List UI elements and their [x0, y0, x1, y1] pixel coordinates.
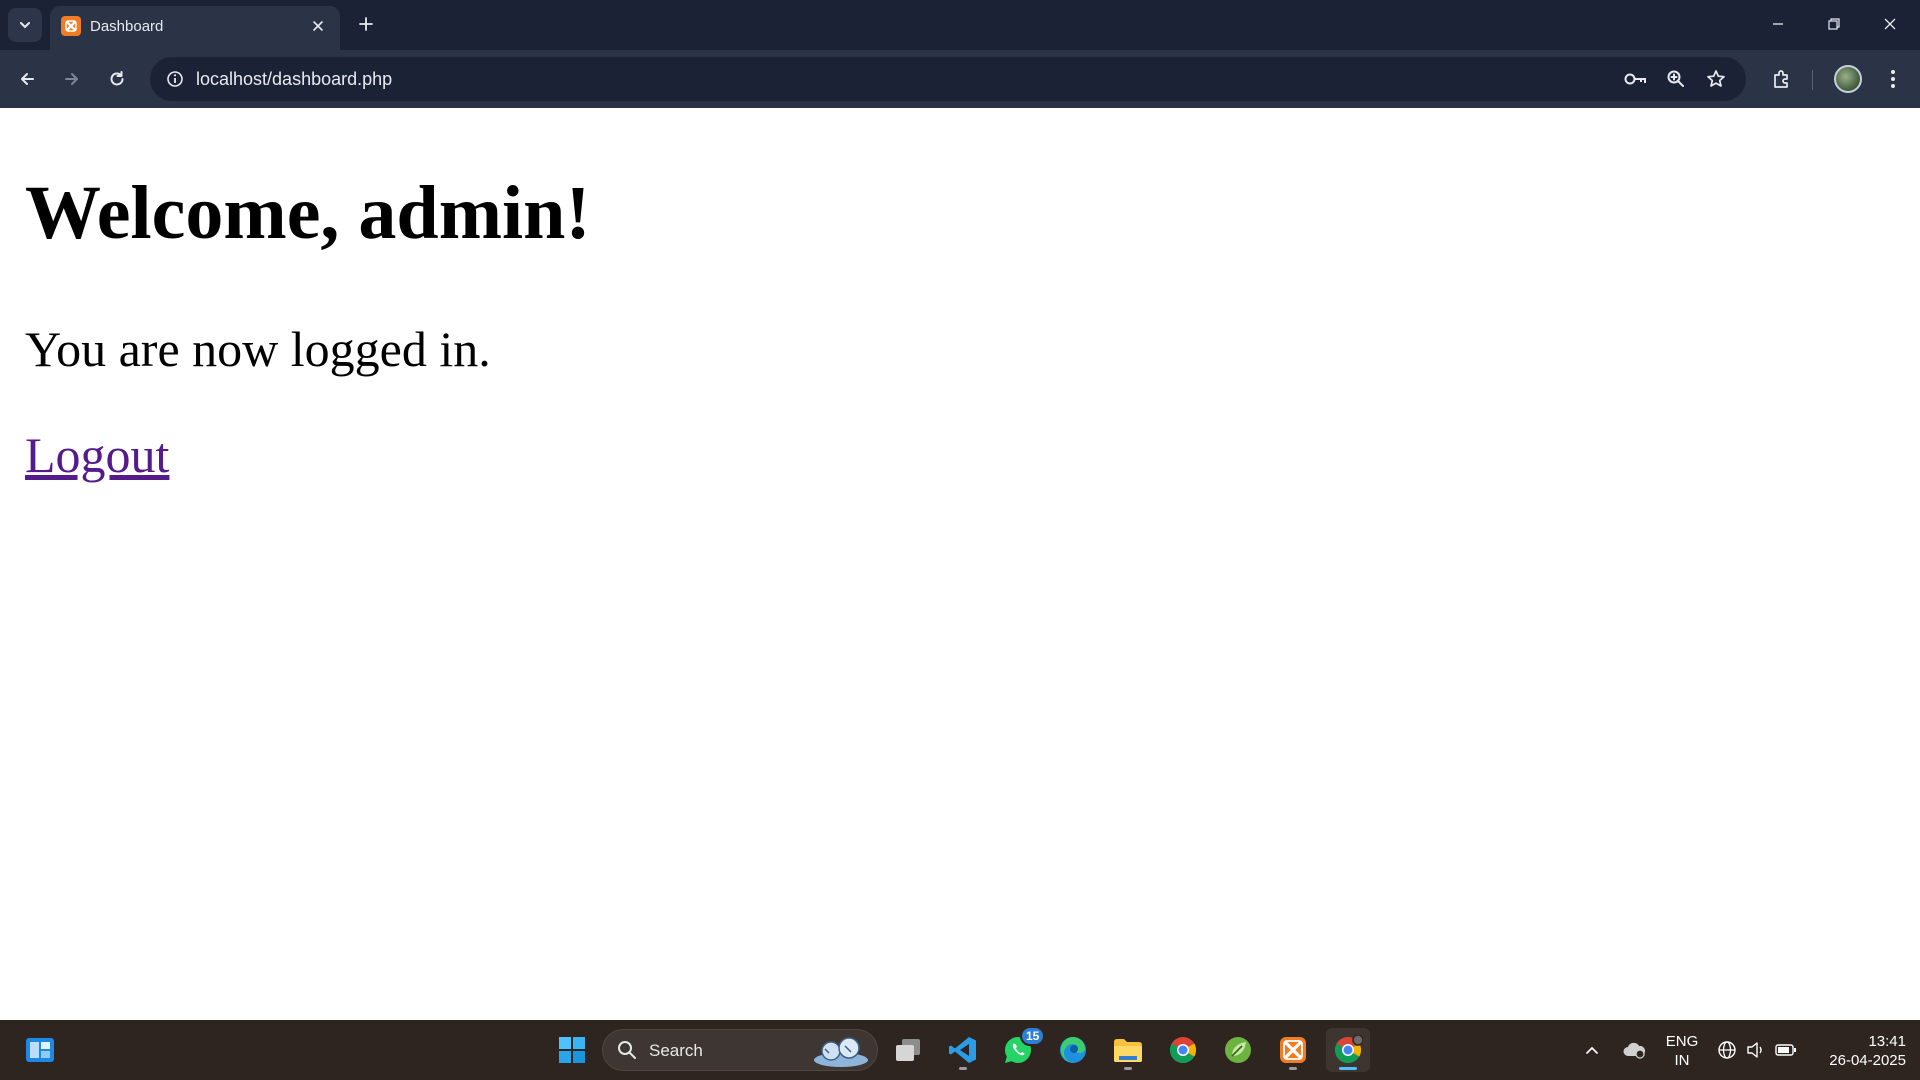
- url-text[interactable]: localhost/dashboard.php: [196, 69, 392, 90]
- tab-close-button[interactable]: [308, 16, 328, 36]
- minimize-button[interactable]: [1760, 8, 1796, 40]
- taskbar-app-whatsapp[interactable]: 15: [996, 1026, 1046, 1072]
- input-language-indicator[interactable]: ENG IN: [1660, 1032, 1704, 1070]
- zoom-button[interactable]: [1662, 65, 1690, 93]
- taskbar-app-edge[interactable]: [1051, 1028, 1095, 1072]
- reload-icon: [110, 71, 124, 86]
- reload-button[interactable]: [100, 62, 134, 96]
- taskbar-search[interactable]: Search: [602, 1029, 878, 1071]
- globe-icon: [1718, 1041, 1736, 1059]
- welcome-heading: Welcome, admin!: [25, 171, 591, 255]
- chrome-icon: [1169, 1037, 1197, 1064]
- taskbar-app-file-explorer[interactable]: [1106, 1028, 1150, 1072]
- puzzle-icon: [1774, 70, 1788, 88]
- onedrive-button[interactable]: [1618, 1020, 1650, 1080]
- password-key-button[interactable]: [1622, 65, 1650, 93]
- key-icon: [1624, 73, 1646, 85]
- widgets-icon: [26, 1038, 54, 1062]
- new-tab-button[interactable]: [352, 10, 380, 38]
- search-highlight-icon: [814, 1037, 868, 1067]
- plus-icon: [359, 17, 373, 31]
- language-region: IN: [1674, 1052, 1690, 1069]
- battery-icon: [1775, 1044, 1796, 1056]
- zoom-icon: [1667, 70, 1684, 87]
- back-icon: [21, 73, 34, 85]
- search-label: Search: [649, 1041, 703, 1060]
- toolbar-separator: [1812, 70, 1813, 90]
- taskbar-app-chrome[interactable]: [1161, 1028, 1205, 1072]
- language-code: ENG: [1665, 1033, 1699, 1050]
- browser-toolbar: localhost/dashboard.php: [0, 50, 1920, 108]
- restore-button[interactable]: [1816, 8, 1852, 40]
- taskbar-app-xampp[interactable]: [1271, 1028, 1315, 1072]
- running-indicator: [959, 1067, 967, 1070]
- xampp-icon: [1280, 1037, 1306, 1063]
- tab-search-button[interactable]: [8, 8, 42, 42]
- active-tab[interactable]: Dashboard: [50, 6, 340, 50]
- forward-button[interactable]: [55, 62, 89, 96]
- close-window-button[interactable]: [1872, 8, 1908, 40]
- taskbar-app-chrome-active[interactable]: [1326, 1028, 1370, 1072]
- logout-link[interactable]: Logout: [25, 426, 169, 484]
- chevron-up-icon: [1586, 1046, 1598, 1054]
- search-icon: [617, 1040, 637, 1065]
- windows-icon: [559, 1037, 585, 1063]
- spring-icon: [1225, 1037, 1251, 1063]
- info-icon: [167, 71, 183, 87]
- browser-tabstrip: Dashboard: [0, 0, 1920, 50]
- show-hidden-icons-button[interactable]: [1580, 1020, 1604, 1080]
- taskbar-app-vscode[interactable]: [941, 1028, 985, 1072]
- notification-badge: 15: [1020, 1026, 1046, 1046]
- speaker-icon: [1747, 1042, 1762, 1058]
- restore-icon: [1828, 18, 1840, 30]
- close-icon: [313, 21, 323, 31]
- widgets-button[interactable]: [18, 1028, 62, 1072]
- clock-time: 13:41: [1868, 1033, 1906, 1050]
- minimize-icon: [1773, 23, 1783, 25]
- close-icon: [1884, 18, 1896, 30]
- site-info-button[interactable]: [160, 64, 190, 94]
- running-indicator: [1289, 1067, 1297, 1070]
- active-indicator: [1339, 1067, 1357, 1070]
- windows-taskbar: Search 15 ENG IN 13:41 26-04-2025: [0, 1020, 1920, 1080]
- xampp-favicon-icon: [61, 16, 81, 36]
- battery-button[interactable]: [1772, 1020, 1800, 1080]
- edge-icon: [1060, 1036, 1086, 1063]
- cloud-icon: [1623, 1042, 1646, 1059]
- forward-icon: [65, 73, 78, 85]
- start-button[interactable]: [550, 1028, 594, 1072]
- chevron-down-icon: [20, 22, 30, 29]
- volume-button[interactable]: [1744, 1020, 1768, 1080]
- task-view-icon: [896, 1039, 920, 1061]
- back-button[interactable]: [10, 62, 44, 96]
- menu-button[interactable]: [1876, 62, 1910, 96]
- taskbar-app-spring-tool[interactable]: [1216, 1028, 1260, 1072]
- bookmark-button[interactable]: [1702, 65, 1730, 93]
- profile-avatar[interactable]: [1834, 65, 1862, 93]
- more-vertical-icon: [1891, 70, 1895, 88]
- login-message: You are now logged in.: [25, 321, 491, 377]
- address-bar[interactable]: localhost/dashboard.php: [150, 57, 1746, 101]
- extensions-button[interactable]: [1764, 62, 1798, 96]
- clock[interactable]: 13:41 26-04-2025: [1808, 1032, 1906, 1070]
- chrome-icon: [1334, 1035, 1363, 1064]
- folder-icon: [1114, 1039, 1142, 1062]
- running-indicator: [1124, 1067, 1132, 1070]
- task-view-button[interactable]: [886, 1028, 930, 1072]
- network-button[interactable]: [1714, 1020, 1740, 1080]
- tab-title: Dashboard: [90, 18, 164, 35]
- vscode-icon: [949, 1037, 976, 1063]
- clock-date: 26-04-2025: [1829, 1052, 1906, 1069]
- page-content: Welcome, admin! You are now logged in. L…: [0, 108, 1920, 1020]
- star-icon: [1707, 70, 1725, 87]
